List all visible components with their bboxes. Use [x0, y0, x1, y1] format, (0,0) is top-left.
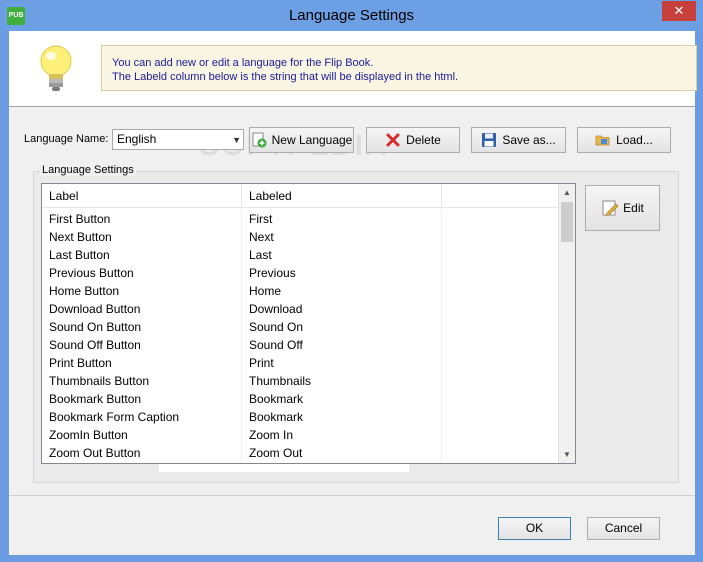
- row-labeled-cell: Sound On: [242, 318, 442, 336]
- row-label-cell: Next Button: [42, 228, 242, 246]
- title-bar[interactable]: PUB Language Settings ✕: [1, 1, 702, 31]
- column-header-label[interactable]: Label: [42, 184, 242, 208]
- row-labeled-cell: Bookmark: [242, 390, 442, 408]
- table-row[interactable]: Last Button Last: [42, 246, 560, 264]
- row-label-cell: Previous Button: [42, 264, 242, 282]
- lightbulb-icon: [40, 45, 72, 91]
- dialog-body: You can add new or edit a language for t…: [9, 31, 697, 555]
- scroll-down-icon[interactable]: ▼: [559, 446, 575, 463]
- table-row[interactable]: Next Button Next: [42, 228, 560, 246]
- row-labeled-cell: Bookmark: [242, 408, 442, 426]
- row-label-cell: Sound On Button: [42, 318, 242, 336]
- new-language-label: New Language: [271, 133, 353, 147]
- delete-button[interactable]: Delete: [366, 127, 460, 153]
- delete-label: Delete: [406, 133, 441, 147]
- info-line-1: You can add new or edit a language for t…: [112, 57, 374, 69]
- table-row[interactable]: Sound Off Button Sound Off: [42, 336, 560, 354]
- list-bottom-strip: [159, 464, 409, 472]
- save-as-label: Save as...: [502, 133, 556, 147]
- dialog-footer: OK Cancel: [9, 495, 695, 555]
- table-row[interactable]: Previous Button Previous: [42, 264, 560, 282]
- list-header: Label Labeled: [42, 184, 560, 208]
- table-row[interactable]: Home Button Home: [42, 282, 560, 300]
- table-row[interactable]: Print Button Print: [42, 354, 560, 372]
- table-row[interactable]: Bookmark Form Caption Bookmark: [42, 408, 560, 426]
- row-label-cell: Thumbnails Button: [42, 372, 242, 390]
- scroll-thumb[interactable]: [561, 202, 573, 242]
- table-row[interactable]: First Button First: [42, 210, 560, 228]
- row-labeled-cell: Zoom In: [242, 426, 442, 444]
- row-label-cell: Zoom Out Button: [42, 444, 242, 462]
- row-labeled-cell: Print: [242, 354, 442, 372]
- load-button[interactable]: Load...: [577, 127, 671, 153]
- group-title: Language Settings: [40, 164, 136, 176]
- language-select-value: English: [117, 132, 157, 146]
- table-row[interactable]: Download Button Download: [42, 300, 560, 318]
- row-labeled-cell: Download: [242, 300, 442, 318]
- row-labeled-cell: Thumbnails: [242, 372, 442, 390]
- list-rows: First Button First Next Button Next Last But…: [42, 210, 560, 462]
- language-select[interactable]: English ▼: [112, 129, 244, 150]
- row-labeled-cell: Home: [242, 282, 442, 300]
- close-button[interactable]: ✕: [662, 1, 696, 21]
- vertical-scrollbar[interactable]: ▲ ▼: [558, 184, 575, 463]
- table-row[interactable]: Bookmark Button Bookmark: [42, 390, 560, 408]
- language-name-label: Language Name:: [24, 133, 109, 145]
- row-labeled-cell: Sound Off: [242, 336, 442, 354]
- row-labeled-cell: First: [242, 210, 442, 228]
- edit-pencil-icon: [602, 200, 619, 216]
- chevron-down-icon: ▼: [232, 135, 241, 145]
- close-icon: ✕: [673, 3, 685, 18]
- row-label-cell: Last Button: [42, 246, 242, 264]
- row-label-cell: Print Button: [42, 354, 242, 372]
- edit-button[interactable]: Edit: [585, 185, 660, 231]
- row-labeled-cell: Last: [242, 246, 442, 264]
- table-row[interactable]: Thumbnails Button Thumbnails: [42, 372, 560, 390]
- column-header-labeled[interactable]: Labeled: [242, 184, 442, 208]
- row-labeled-cell: Previous: [242, 264, 442, 282]
- dialog-window: PUB Language Settings ✕ You can add new …: [0, 0, 703, 562]
- cancel-button[interactable]: Cancel: [587, 517, 660, 540]
- save-as-button[interactable]: Save as...: [471, 127, 566, 153]
- delete-x-icon: [386, 133, 400, 147]
- row-label-cell: Bookmark Button: [42, 390, 242, 408]
- floppy-disk-icon: [482, 133, 497, 147]
- window-title: Language Settings: [288, 7, 415, 24]
- add-document-icon: [252, 132, 267, 148]
- label-list[interactable]: Label Labeled First Button First Next Butt…: [41, 183, 576, 464]
- row-label-cell: ZoomIn Button: [42, 426, 242, 444]
- row-label-cell: Home Button: [42, 282, 242, 300]
- scroll-up-icon[interactable]: ▲: [559, 184, 575, 201]
- load-label: Load...: [616, 133, 653, 147]
- table-row[interactable]: Zoom Out Button Zoom Out: [42, 444, 560, 462]
- table-row[interactable]: ZoomIn Button Zoom In: [42, 426, 560, 444]
- ok-button[interactable]: OK: [498, 517, 571, 540]
- row-label-cell: First Button: [42, 210, 242, 228]
- row-labeled-cell: Next: [242, 228, 442, 246]
- table-row[interactable]: Sound On Button Sound On: [42, 318, 560, 336]
- open-folder-icon: [595, 135, 610, 146]
- row-label-cell: Sound Off Button: [42, 336, 242, 354]
- new-language-button[interactable]: New Language: [249, 127, 354, 153]
- info-note: You can add new or edit a language for t…: [101, 45, 697, 91]
- info-line-2: The Labeld column below is the string th…: [112, 71, 459, 83]
- row-label-cell: Bookmark Form Caption: [42, 408, 242, 426]
- row-labeled-cell: Zoom Out: [242, 444, 442, 462]
- info-banner: You can add new or edit a language for t…: [9, 31, 697, 107]
- row-label-cell: Download Button: [42, 300, 242, 318]
- edit-label: Edit: [623, 201, 644, 215]
